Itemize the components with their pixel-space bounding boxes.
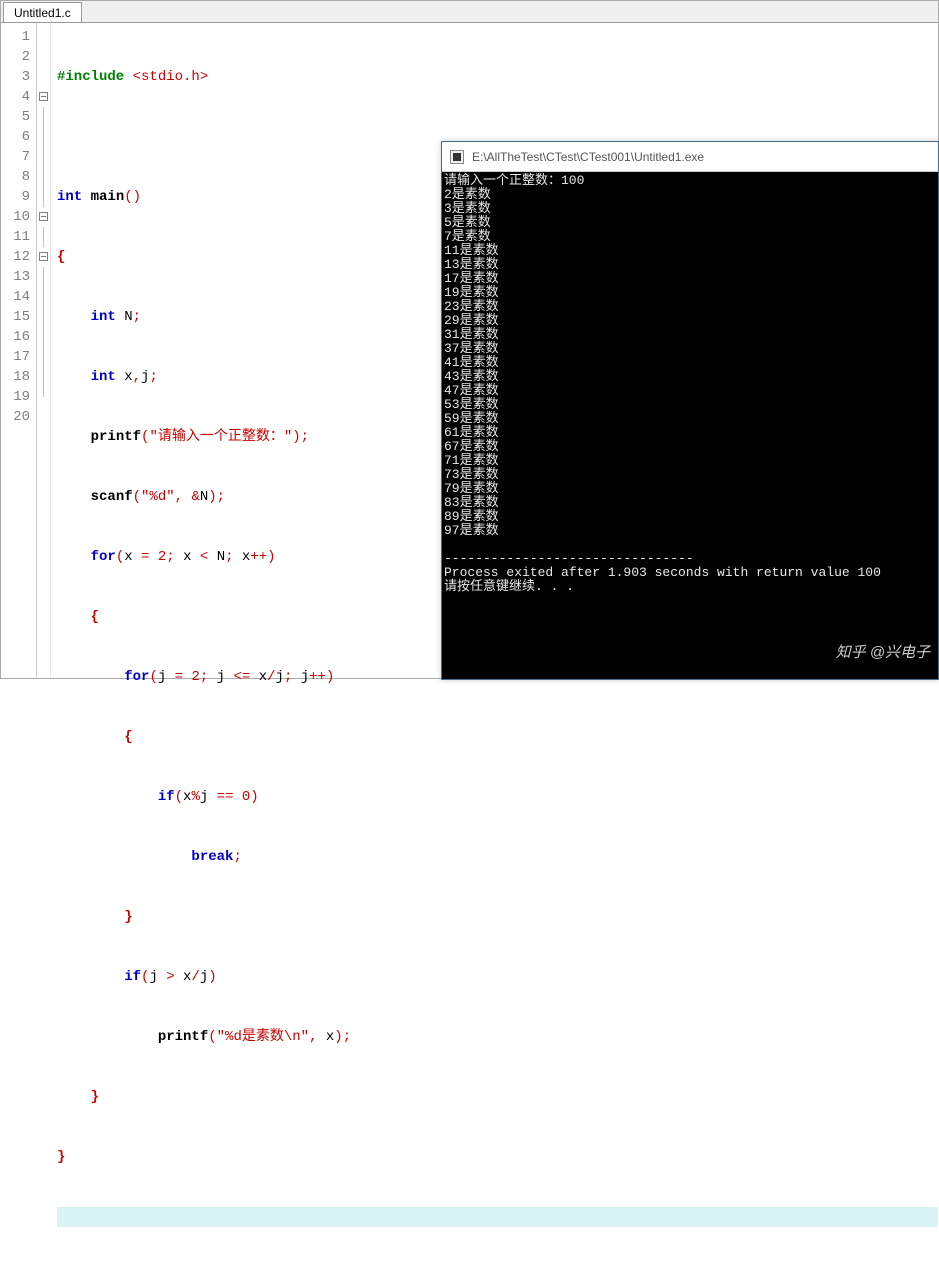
line-number: 4: [1, 87, 30, 107]
line-number: 3: [1, 67, 30, 87]
line-number: 9: [1, 187, 30, 207]
code-line[interactable]: if(x%j == 0): [57, 787, 938, 807]
line-number: 5: [1, 107, 30, 127]
line-number: 13: [1, 267, 30, 287]
code-line[interactable]: if(j > x/j): [57, 967, 938, 987]
line-number: 8: [1, 167, 30, 187]
fold-toggle-icon[interactable]: [39, 92, 48, 101]
line-number: 6: [1, 127, 30, 147]
code-line[interactable]: #include <stdio.h>: [57, 67, 938, 87]
line-number: 7: [1, 147, 30, 167]
console-output[interactable]: 请输入一个正整数：100 2是素数 3是素数 5是素数 7是素数 11是素数 1…: [442, 172, 938, 679]
code-line[interactable]: {: [57, 727, 938, 747]
line-number: 18: [1, 367, 30, 387]
code-line-current[interactable]: [57, 1207, 938, 1227]
code-line[interactable]: }: [57, 907, 938, 927]
fold-toggle-icon[interactable]: [39, 212, 48, 221]
line-number: 15: [1, 307, 30, 327]
fold-toggle-icon[interactable]: [39, 252, 48, 261]
console-title: E:\AllTheTest\CTest\CTest001\Untitled1.e…: [472, 150, 704, 164]
code-line[interactable]: break;: [57, 847, 938, 867]
fold-gutter: [37, 23, 51, 678]
console-app-icon: [450, 150, 464, 164]
line-number: 12: [1, 247, 30, 267]
code-line[interactable]: }: [57, 1147, 938, 1167]
console-titlebar[interactable]: E:\AllTheTest\CTest\CTest001\Untitled1.e…: [442, 142, 938, 172]
line-number: 20: [1, 407, 30, 427]
line-number: 1: [1, 27, 30, 47]
line-number-gutter: 1 2 3 4 5 6 7 8 9 10 11 12 13 14 15 16 1…: [1, 23, 37, 678]
line-number: 19: [1, 387, 30, 407]
code-line[interactable]: printf("%d是素数\n", x);: [57, 1027, 938, 1047]
line-number: 11: [1, 227, 30, 247]
code-line[interactable]: }: [57, 1087, 938, 1107]
line-number: 14: [1, 287, 30, 307]
tab-file[interactable]: Untitled1.c: [3, 2, 82, 22]
line-number: 17: [1, 347, 30, 367]
line-number: 2: [1, 47, 30, 67]
console-window: E:\AllTheTest\CTest\CTest001\Untitled1.e…: [441, 141, 939, 680]
tab-bar: Untitled1.c: [1, 1, 938, 23]
line-number: 16: [1, 327, 30, 347]
line-number: 10: [1, 207, 30, 227]
